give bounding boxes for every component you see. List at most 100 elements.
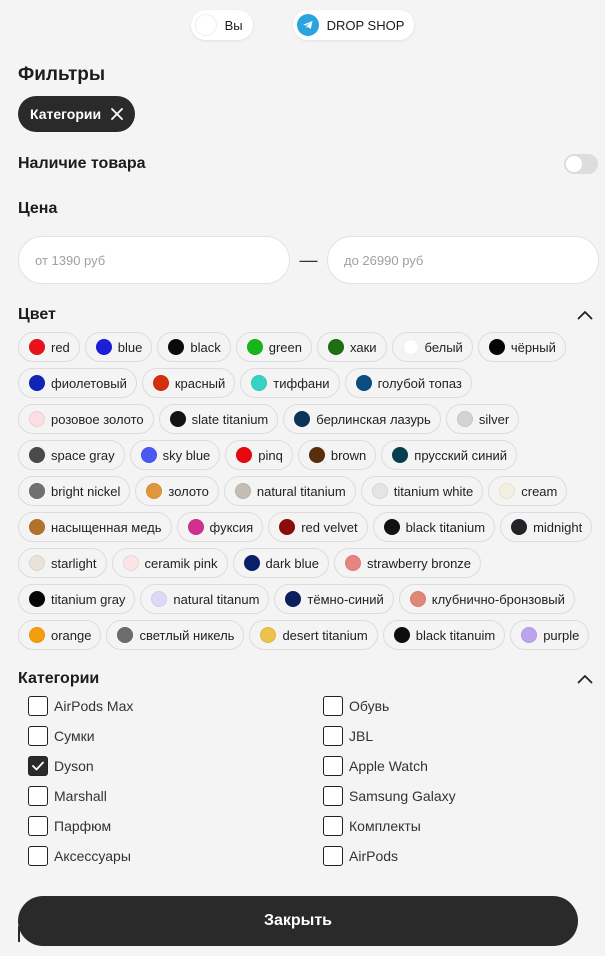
color-chip[interactable]: pinq (225, 440, 293, 470)
category-checkbox[interactable] (28, 816, 48, 836)
filters-title: Фильтры (18, 64, 106, 85)
color-swatch (29, 627, 45, 643)
category-item[interactable]: Обувь (323, 696, 603, 716)
color-chip[interactable]: sky blue (129, 440, 221, 470)
color-chip[interactable]: красный (141, 368, 236, 398)
category-item[interactable]: AirPods Max (28, 696, 323, 716)
category-item[interactable]: JBL (323, 726, 603, 746)
category-checkbox[interactable] (323, 726, 343, 746)
color-chip[interactable]: strawberry bronze (333, 548, 482, 578)
color-chip[interactable]: red (18, 332, 80, 362)
color-chip[interactable]: ceramik pink (111, 548, 228, 578)
category-item[interactable]: Сумки (28, 726, 323, 746)
category-label: AirPods (349, 848, 399, 864)
price-range: — (0, 236, 605, 284)
color-chip[interactable]: тёмно-синий (274, 584, 394, 614)
color-chip[interactable]: фиолетовый (18, 368, 137, 398)
color-chip[interactable]: клубнично-бронзовый (398, 584, 575, 614)
category-checkbox[interactable] (323, 846, 343, 866)
color-label: titanium white (393, 483, 474, 499)
color-chip[interactable]: desert titanium (249, 620, 378, 650)
shop-pill[interactable]: DROP SHOP (292, 10, 415, 40)
color-chip[interactable]: белый (391, 332, 473, 362)
color-chip[interactable]: bright nickel (18, 476, 131, 506)
color-chip[interactable]: brown (297, 440, 377, 470)
color-chip[interactable]: purple (510, 620, 590, 650)
color-chip[interactable]: red velvet (268, 512, 368, 542)
user-pill[interactable]: Вы (190, 10, 253, 40)
category-checkbox[interactable] (323, 816, 343, 836)
color-chip[interactable]: blue (84, 332, 153, 362)
color-chip[interactable]: розовое золото (18, 404, 154, 434)
color-swatch (29, 555, 45, 571)
color-chip[interactable]: голубой топаз (344, 368, 472, 398)
category-label: Парфюм (54, 818, 112, 834)
category-label: Dyson (54, 758, 94, 774)
category-section-header[interactable]: Категории (0, 670, 605, 688)
color-swatch (488, 339, 505, 355)
price-from-input[interactable] (18, 236, 290, 284)
color-chip[interactable]: золото (135, 476, 219, 506)
chevron-up-icon[interactable] (577, 310, 593, 320)
color-label: black titanuim (415, 627, 496, 643)
category-checkbox[interactable] (28, 786, 48, 806)
color-chip[interactable]: space gray (18, 440, 125, 470)
category-item[interactable]: Парфюм (28, 816, 323, 836)
stock-toggle[interactable] (564, 154, 598, 174)
color-chip[interactable]: midnight (500, 512, 593, 542)
color-chip[interactable]: прусский синий (381, 440, 518, 470)
category-label: Аксессуары (54, 848, 131, 864)
color-label: starlight (51, 555, 97, 571)
category-checkbox[interactable] (28, 756, 48, 776)
active-filter-chip[interactable]: Категории (18, 96, 136, 132)
color-chip[interactable]: slate titanium (158, 404, 279, 434)
color-chip[interactable]: natural titanium (223, 476, 356, 506)
category-checkbox[interactable] (28, 726, 48, 746)
category-item[interactable]: Dyson (28, 756, 323, 776)
color-chip[interactable]: green (235, 332, 312, 362)
color-chip[interactable]: titanium white (360, 476, 484, 506)
color-chip[interactable]: silver (445, 404, 520, 434)
active-filter-label: Категории (30, 106, 102, 122)
category-item[interactable]: AirPods (323, 846, 603, 866)
color-section-header[interactable]: Цвет (0, 306, 605, 324)
color-chip[interactable]: хаки (316, 332, 387, 362)
color-chip[interactable]: насыщенная медь (18, 512, 172, 542)
category-checkbox[interactable] (323, 756, 343, 776)
color-chip[interactable]: тиффани (240, 368, 340, 398)
category-list: AirPods Max Обувь Сумки JBL Dyson Apple Watch… (0, 696, 605, 866)
color-chip[interactable]: starlight (18, 548, 107, 578)
color-chip[interactable]: чёрный (477, 332, 566, 362)
color-chip[interactable]: orange (18, 620, 102, 650)
close-icon[interactable] (111, 108, 124, 120)
price-to-input[interactable] (327, 236, 599, 284)
category-item[interactable]: Аксессуары (28, 846, 323, 866)
color-chip[interactable]: black titanuim (382, 620, 506, 650)
color-label: pinq (258, 447, 283, 463)
color-chip[interactable]: берлинская лазурь (283, 404, 441, 434)
close-button[interactable]: Закрыть (18, 896, 578, 946)
color-swatch (327, 339, 344, 355)
toggle-knob (566, 156, 582, 172)
chevron-up-icon[interactable] (577, 674, 593, 684)
color-chip[interactable]: светлый никель (106, 620, 245, 650)
category-item[interactable]: Apple Watch (323, 756, 603, 776)
color-swatch (29, 591, 45, 607)
category-item[interactable]: Комплекты (323, 816, 603, 836)
color-chip[interactable]: фуксия (176, 512, 264, 542)
color-chip[interactable]: black (157, 332, 231, 362)
color-chip[interactable]: dark blue (232, 548, 329, 578)
category-checkbox[interactable] (323, 696, 343, 716)
color-chip[interactable]: natural titanum (140, 584, 270, 614)
category-item[interactable]: Samsung Galaxy (323, 786, 603, 806)
color-chip[interactable]: cream (488, 476, 568, 506)
color-chip[interactable]: titanium gray (18, 584, 136, 614)
category-checkbox[interactable] (28, 696, 48, 716)
color-chip[interactable]: black titanium (372, 512, 496, 542)
color-label: desert titanium (282, 627, 368, 643)
category-checkbox[interactable] (323, 786, 343, 806)
category-checkbox[interactable] (28, 846, 48, 866)
color-swatch (511, 519, 528, 535)
category-item[interactable]: Marshall (28, 786, 323, 806)
color-label: ceramik pink (144, 555, 218, 571)
